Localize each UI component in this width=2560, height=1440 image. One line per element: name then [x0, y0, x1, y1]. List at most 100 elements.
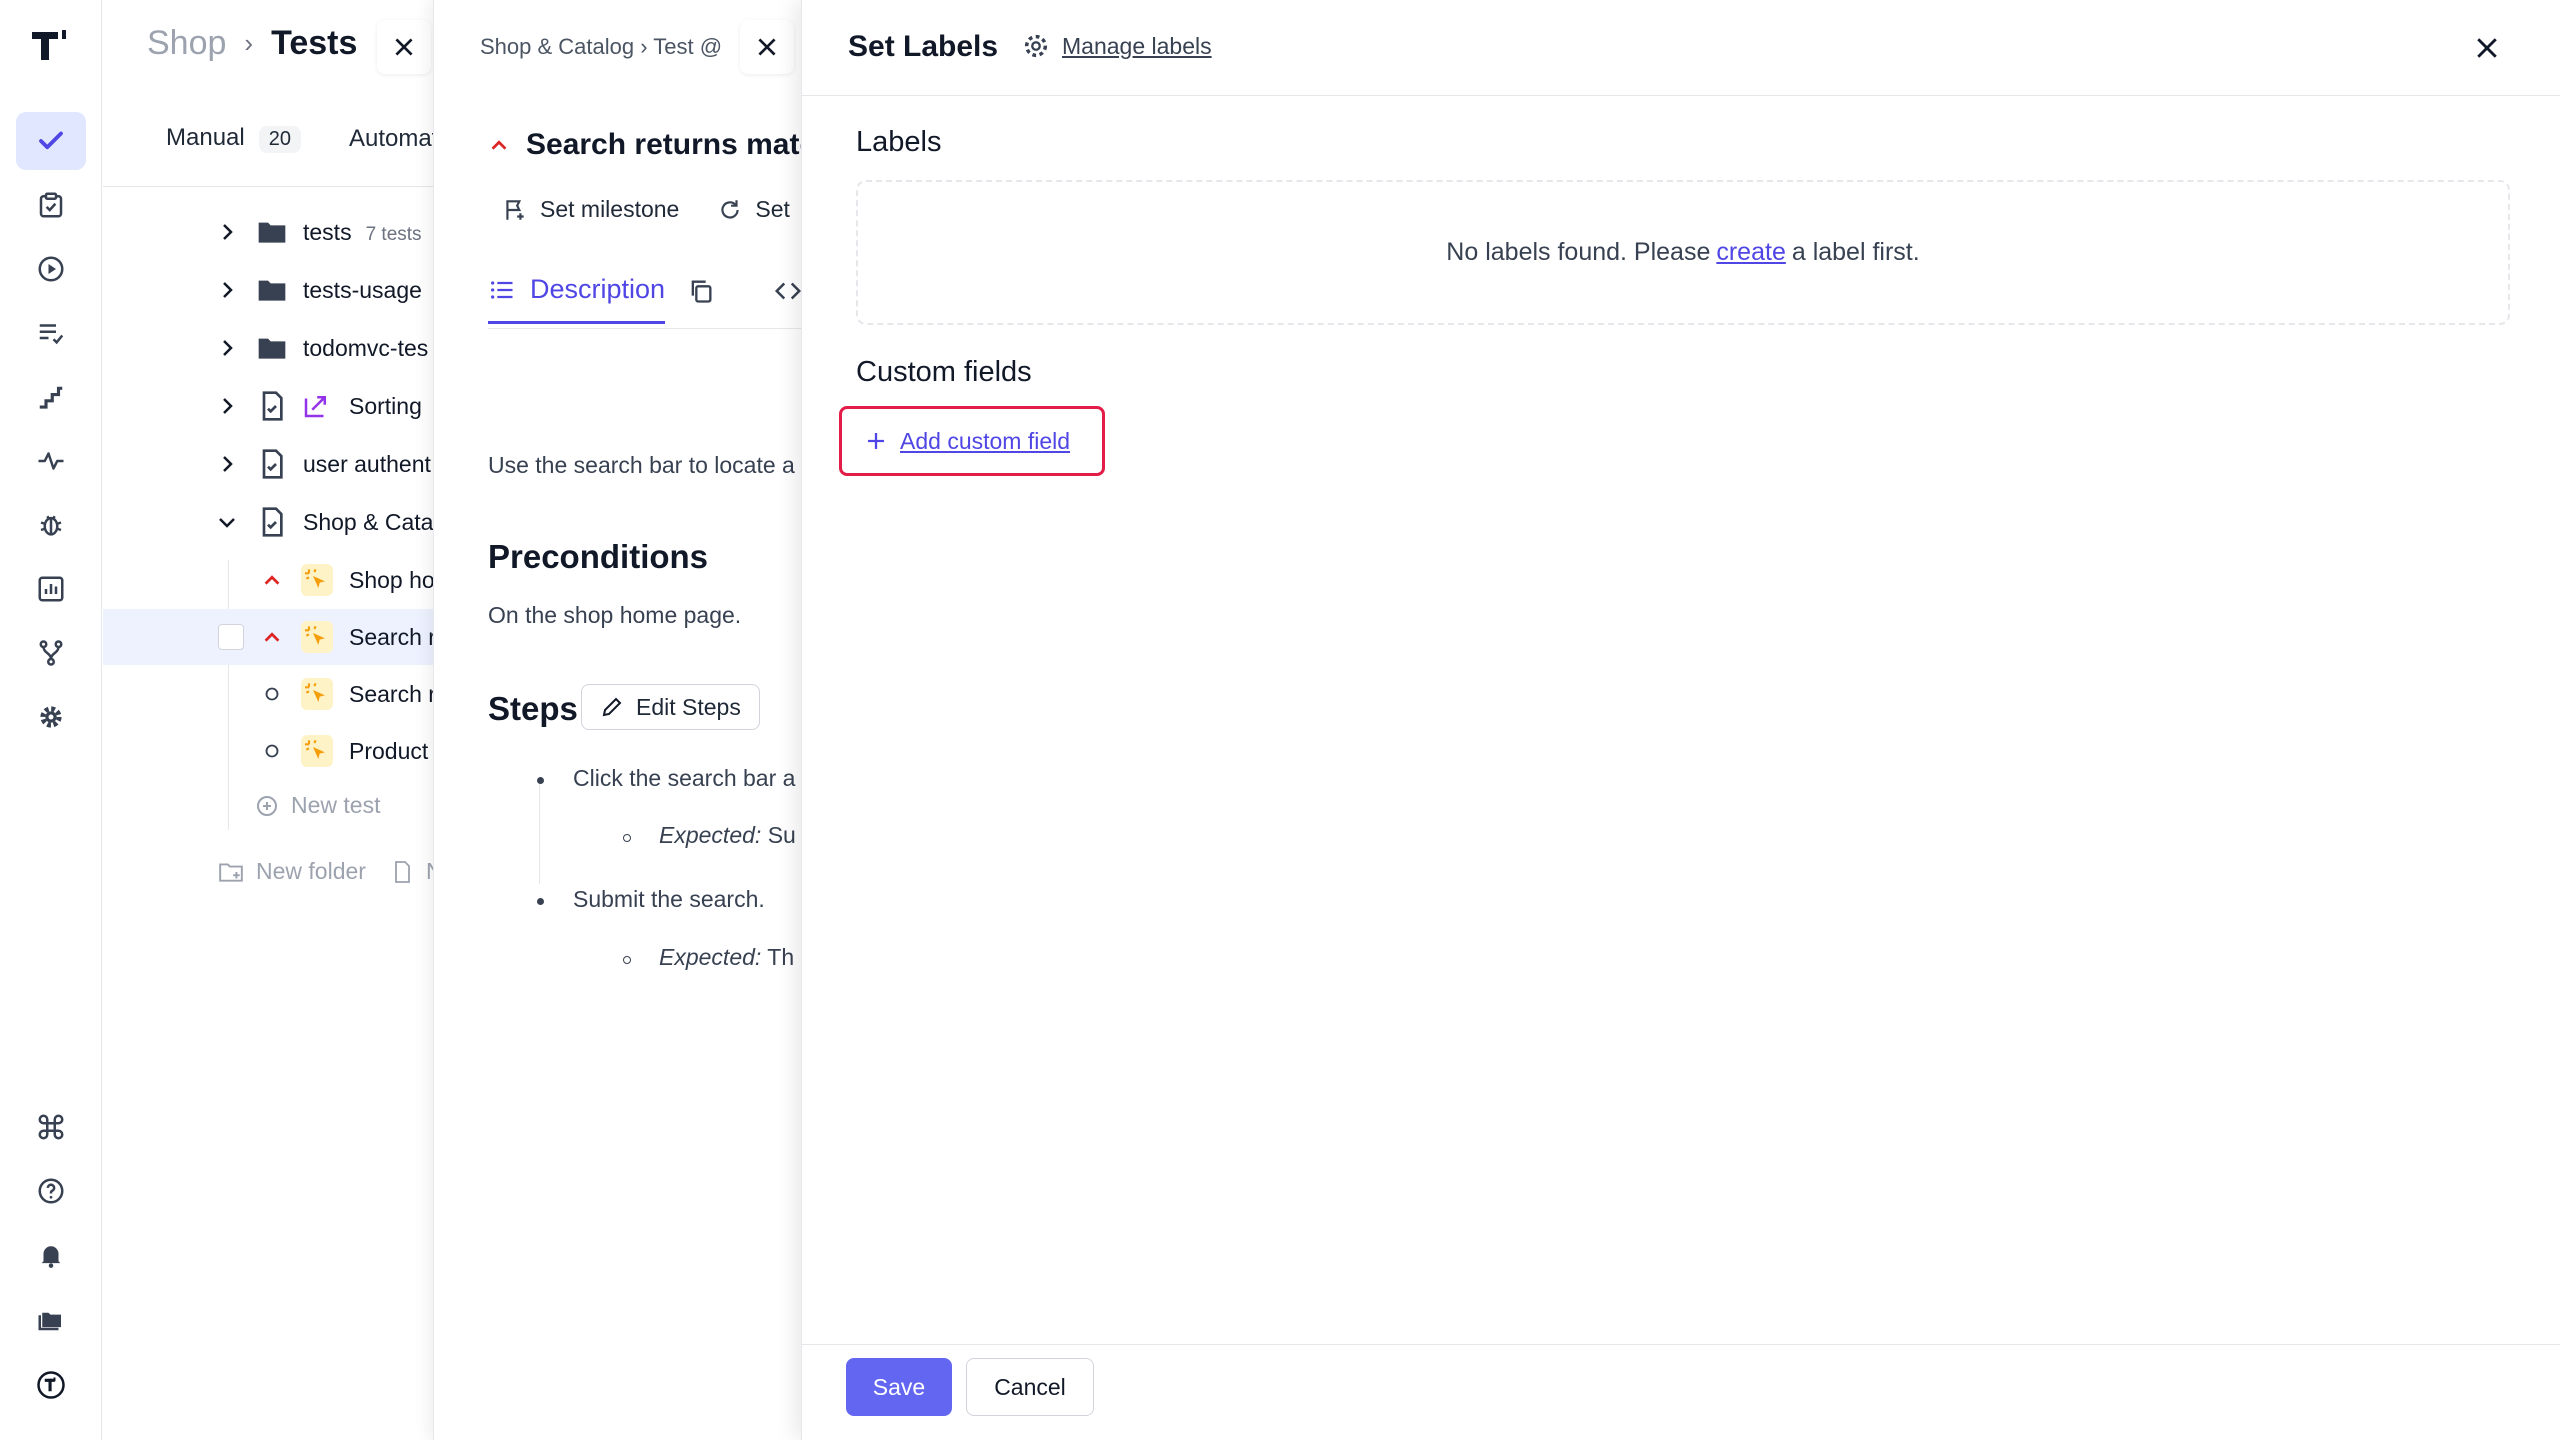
nav-analytics-pulse[interactable] [16, 432, 86, 490]
cancel-button[interactable]: Cancel [966, 1358, 1094, 1416]
nav-reports[interactable] [16, 560, 86, 618]
tree-row-suite[interactable]: Sorting [103, 378, 433, 434]
close-drawer-button[interactable] [2469, 30, 2505, 66]
tree-row-suite[interactable]: user authent [103, 436, 433, 492]
save-button[interactable]: Save [846, 1358, 952, 1416]
file-check-icon [262, 391, 283, 421]
gear-icon [1024, 34, 1048, 58]
flag-icon [506, 199, 524, 220]
test-row-selected[interactable]: Search r [103, 609, 433, 665]
projects-button[interactable] [16, 1290, 86, 1348]
code-icon[interactable] [773, 276, 801, 306]
nav-steps[interactable] [16, 368, 86, 426]
tab-manual[interactable]: Manual 20 [166, 124, 301, 153]
tree-row-count: 7 tests [365, 223, 422, 245]
copy-icon[interactable] [687, 277, 715, 305]
step-bullet [537, 898, 544, 905]
icon-rail [0, 0, 102, 1440]
chevron-right-icon[interactable] [215, 394, 239, 418]
priority-high-icon [491, 140, 507, 150]
notifications-button[interactable] [16, 1226, 86, 1284]
set-labels-drawer: Set Labels Manage labels Labels No label… [801, 0, 2560, 1440]
refresh-icon [721, 199, 740, 219]
manual-test-icon [301, 735, 333, 767]
manage-labels-link[interactable]: Manage labels [1022, 32, 1212, 60]
tree-row-label: tests 7 tests [303, 218, 422, 245]
share-link-icon [304, 396, 326, 418]
manual-count-badge: 20 [258, 126, 301, 153]
profile-button[interactable] [16, 1356, 86, 1414]
breadcrumb-project[interactable]: Shop [147, 24, 226, 63]
test-row[interactable]: Search r [103, 666, 433, 722]
nav-settings[interactable] [16, 688, 86, 746]
file-plus-icon[interactable] [390, 860, 414, 884]
bell-icon [41, 1246, 61, 1268]
chevron-down-icon[interactable] [215, 510, 239, 534]
check-icon [39, 131, 63, 150]
tree-row-folder[interactable]: todomvc-tes [103, 320, 433, 376]
test-row[interactable]: Shop ho [103, 552, 433, 608]
step-bullet-expected [623, 834, 631, 842]
tree-row-folder[interactable]: tests 7 tests [103, 204, 433, 260]
drawer-title: Set Labels [848, 30, 999, 63]
folder-icon [258, 338, 286, 359]
priority-normal-icon [265, 744, 279, 758]
folder-icon [258, 222, 286, 243]
close-icon [395, 38, 413, 56]
create-label-link[interactable]: create [1716, 238, 1785, 267]
file-check-icon [262, 507, 283, 537]
chevron-right-icon[interactable] [215, 220, 239, 244]
labels-empty-state: No labels found. Please create a label f… [856, 180, 2510, 325]
chevron-right-icon[interactable] [215, 452, 239, 476]
nav-integrations[interactable] [16, 624, 86, 682]
steps-heading: Steps [488, 690, 578, 727]
row-checkbox[interactable] [218, 624, 244, 650]
nav-checklists[interactable] [16, 304, 86, 362]
chart-icon [38, 576, 64, 602]
clipboard-check-icon [39, 192, 63, 218]
chevron-right-icon[interactable] [215, 278, 239, 302]
set-status-button[interactable]: Set [717, 196, 790, 223]
test-row-label: Product [349, 737, 429, 764]
step-2-expected: Expected: Th [659, 944, 795, 970]
new-test-button[interactable]: New test [255, 792, 380, 819]
step-bullet [537, 777, 544, 784]
step-1-action: Click the search bar a [573, 765, 796, 791]
close-tree-button[interactable] [377, 20, 431, 74]
add-custom-field-button[interactable]: Add custom field [839, 406, 1105, 476]
new-folder-button[interactable]: New folder N [218, 858, 433, 885]
nav-plans[interactable] [16, 176, 86, 234]
chevron-right-icon[interactable] [215, 336, 239, 360]
tree-row-suite[interactable]: Shop & Cata [103, 494, 433, 550]
logo-icon[interactable] [30, 28, 72, 64]
test-row[interactable]: Product [103, 723, 433, 779]
priority-normal-icon [265, 687, 279, 701]
breadcrumb: Shop › Tests [147, 24, 357, 63]
edit-steps-button[interactable]: Edit Steps [581, 684, 760, 730]
divider [103, 186, 433, 187]
nav-tests[interactable] [16, 112, 86, 170]
detail-breadcrumb[interactable]: Shop & Catalog › Test @ [480, 34, 722, 60]
page-title: Tests [271, 24, 358, 62]
new-file-label[interactable]: N [426, 858, 433, 885]
plus-icon [868, 433, 884, 449]
close-icon [758, 38, 776, 56]
tabs-divider [488, 328, 801, 329]
test-actions: Set milestone Set [502, 196, 790, 223]
gear-icon [40, 706, 62, 728]
tree-row-folder[interactable]: tests-usage [103, 262, 433, 318]
tree-row-label: tests-usage [303, 276, 422, 303]
close-detail-button[interactable] [740, 20, 794, 74]
steps-guide-line [539, 780, 540, 884]
tab-description[interactable]: Description [488, 274, 666, 324]
set-milestone-button[interactable]: Set milestone [502, 196, 679, 223]
list-check-icon [39, 324, 64, 345]
folder-icon [258, 280, 286, 301]
preconditions-text: On the shop home page. [488, 602, 742, 628]
tab-automated[interactable]: Automat [349, 125, 433, 153]
command-palette-button[interactable] [16, 1098, 86, 1156]
nav-runs[interactable] [16, 240, 86, 298]
help-icon [38, 1178, 64, 1204]
help-button[interactable] [16, 1162, 86, 1220]
nav-defects[interactable] [16, 496, 86, 554]
